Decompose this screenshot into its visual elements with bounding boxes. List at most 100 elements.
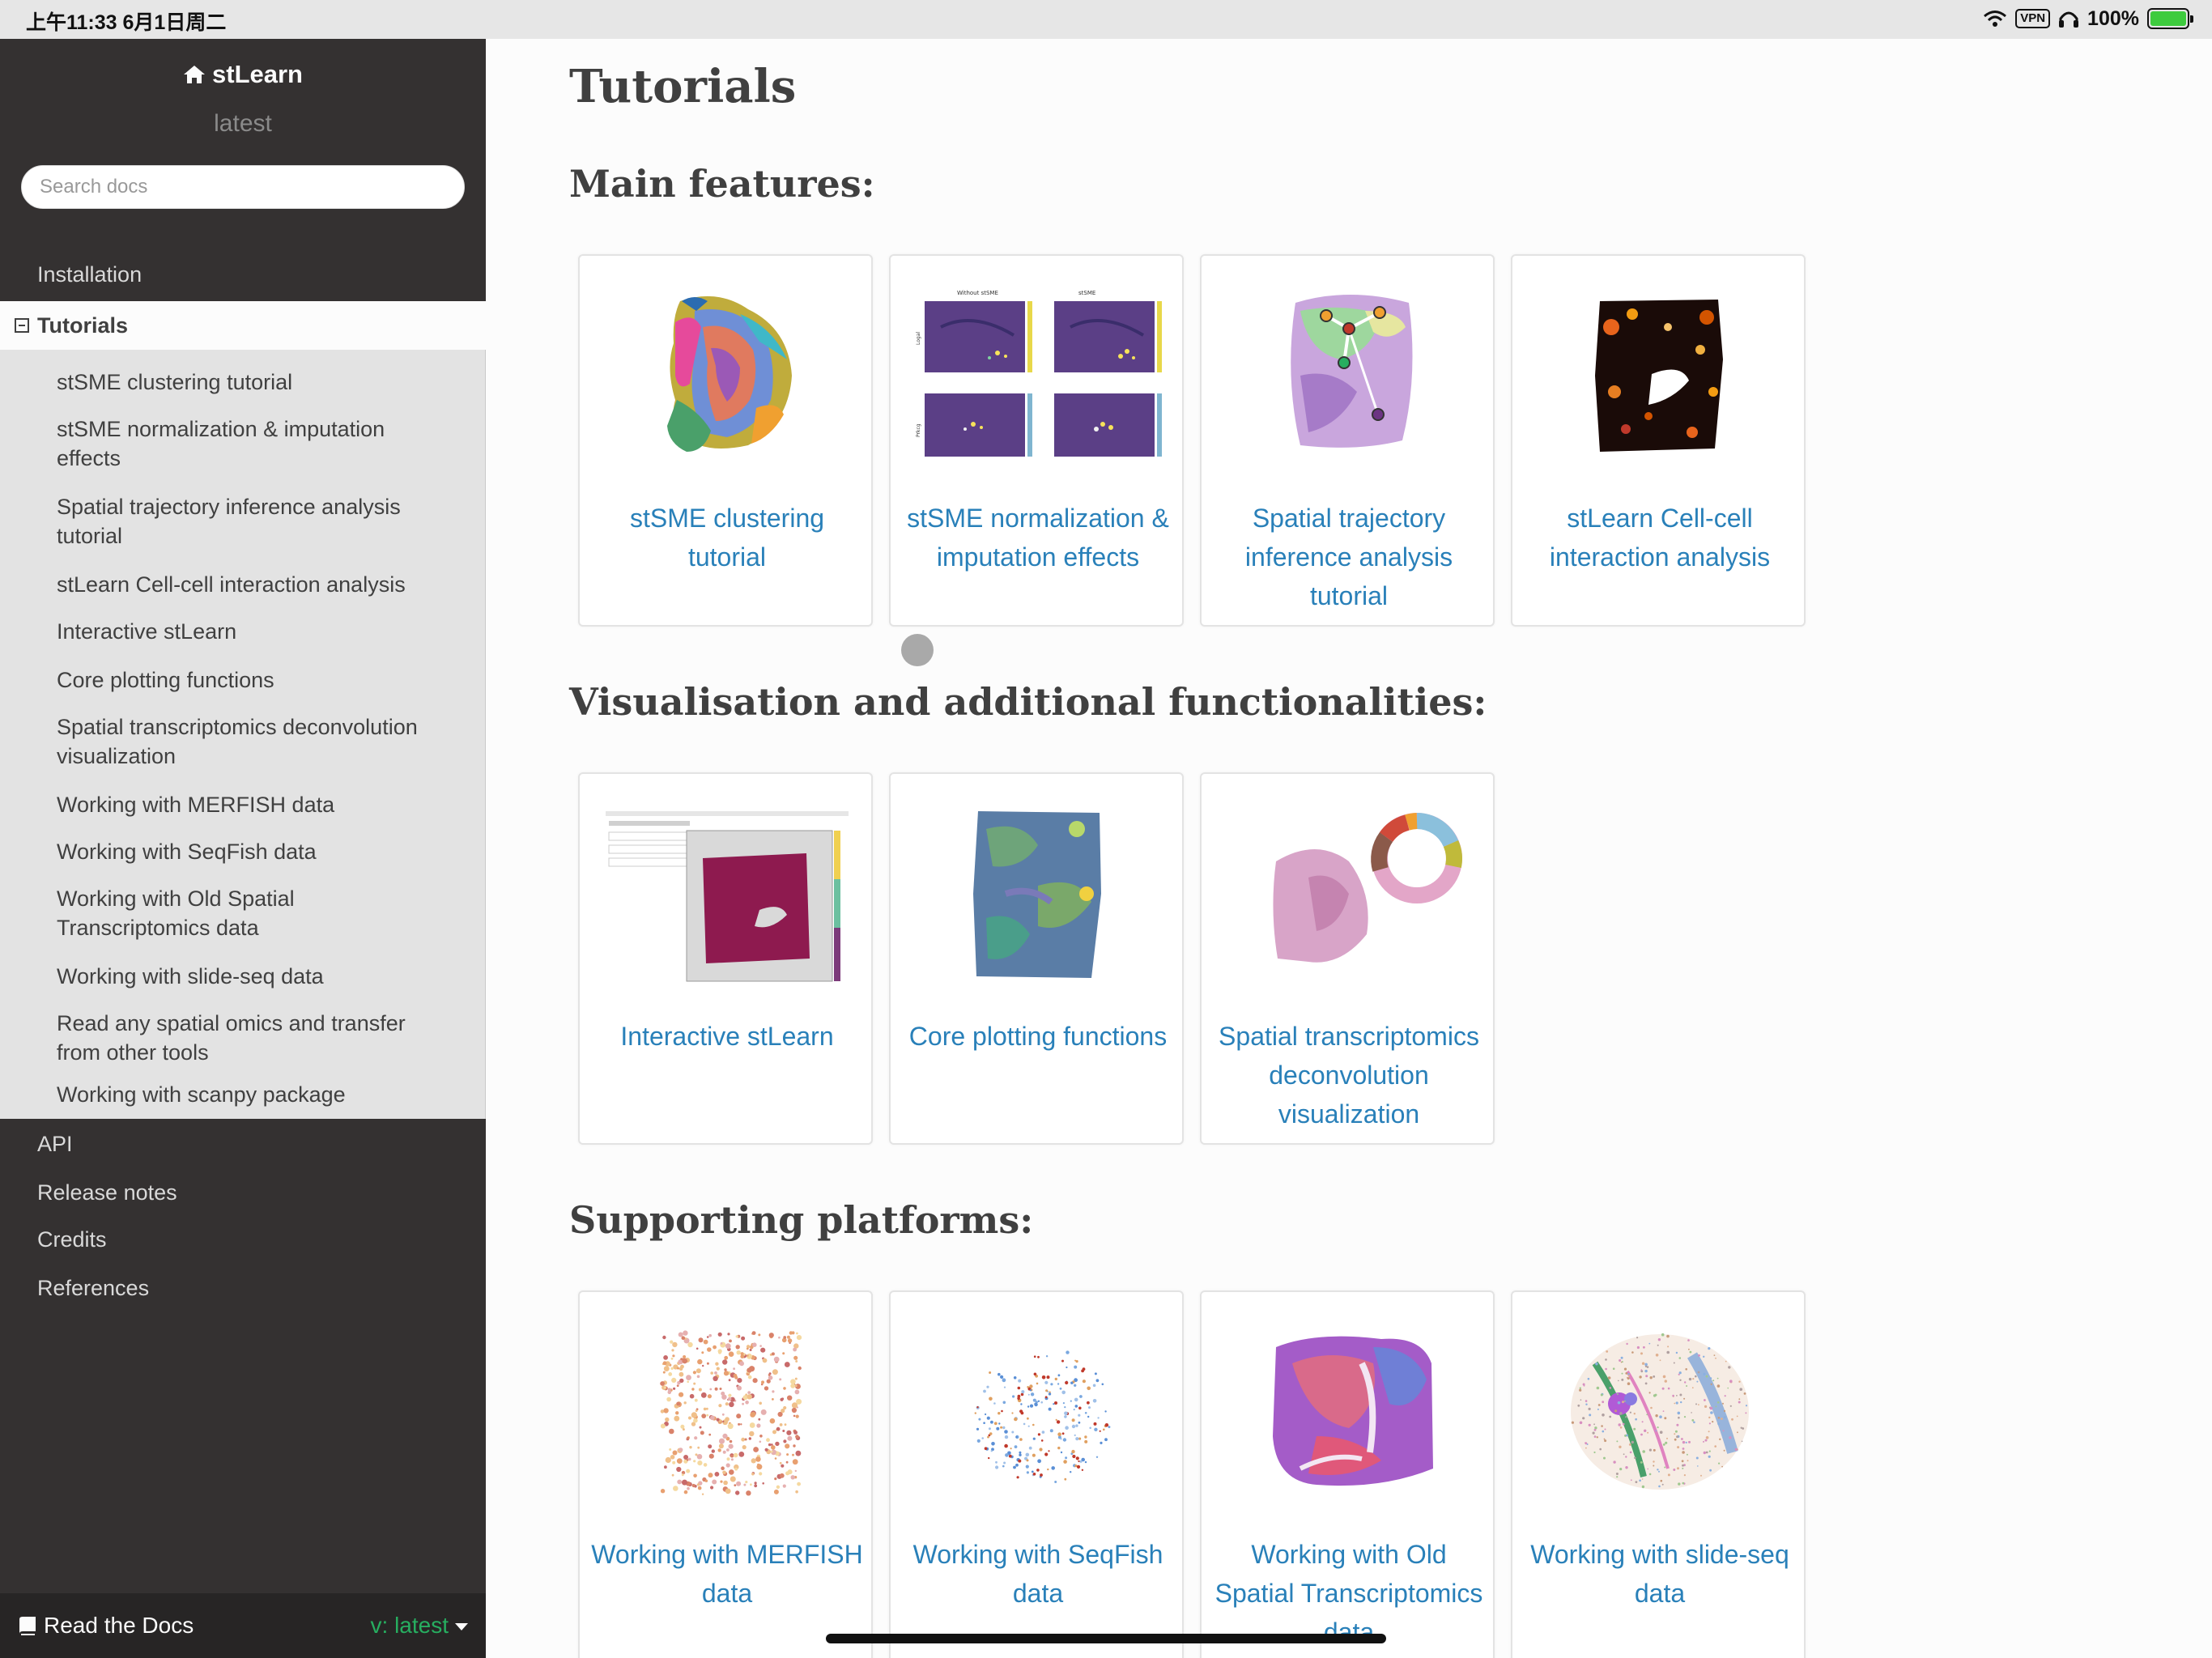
gallery-card-old-spatial[interactable]: Working with Old Spatial Transcriptomics… [1200,1290,1495,1658]
nav-api[interactable]: API [37,1132,73,1157]
home-indicator[interactable] [826,1634,1386,1643]
scatter-dot [1087,1386,1091,1391]
scatter-dot [722,1433,728,1439]
subnav-item[interactable]: Working with Old Spatial Transcriptomics… [57,884,453,942]
subnav-item[interactable]: Read any spatial omics and transfer from… [57,1009,453,1067]
scatter-dot [1019,1451,1022,1454]
card-title[interactable]: Interactive stLearn [591,1017,863,1056]
card-title[interactable]: Working with MERFISH data [591,1535,863,1613]
gallery-card-merfish[interactable]: Working with MERFISH data [578,1290,873,1658]
subnav-item[interactable]: stLearn Cell-cell interaction analysis [57,570,453,599]
scatter-dot [775,1441,780,1447]
scatter-dot [1636,1346,1640,1350]
card-title[interactable]: Core plotting functions [902,1017,1174,1056]
project-home-link[interactable]: stLearn [0,60,486,89]
scatter-dot [1703,1372,1706,1375]
scatter-dot [727,1397,732,1401]
scatter-dot [754,1482,757,1485]
scatter-dot [790,1384,796,1388]
gallery-card-stsme-clustering[interactable]: stSME clustering tutorial [578,254,873,627]
scatter-dot [1648,1473,1652,1476]
touch-indicator [901,634,934,666]
nav-release-notes[interactable]: Release notes [37,1180,177,1205]
card-title[interactable]: Spatial trajectory inference analysis tu… [1213,499,1485,615]
scatter-dot [1079,1460,1083,1463]
scatter-dot [1616,1440,1619,1443]
gallery-card-stsme-normalization[interactable]: Without stSME stSME Logal Prkcg stSME no… [889,254,1184,627]
subnav-item[interactable]: Working with SeqFish data [57,837,453,866]
card-title[interactable]: Spatial transcriptomics deconvolution vi… [1213,1017,1485,1133]
scatter-dot [795,1435,799,1439]
scatter-dot [678,1392,684,1397]
scatter-dot [760,1409,767,1415]
scatter-dot [1687,1339,1690,1341]
scatter-dot [689,1393,695,1399]
scatter-dot [710,1371,713,1375]
scatter-dot [681,1336,686,1340]
caret-down-icon [455,1623,468,1630]
scatter-dot [1687,1460,1689,1462]
scatter-dot [1641,1362,1645,1365]
gallery-card-core-plotting[interactable]: Core plotting functions [889,772,1184,1145]
scatter-dot [691,1483,696,1488]
scatter-dot [1087,1401,1090,1405]
gallery-card-slide-seq[interactable]: Working with slide-seq data [1511,1290,1806,1658]
scatter-dot [693,1418,698,1423]
card-title[interactable]: stLearn Cell-cell interaction analysis [1524,499,1796,576]
scatter-dot [672,1354,675,1358]
gallery-card-interactive[interactable]: Interactive stLearn [578,772,873,1145]
card-title[interactable]: stSME normalization & imputation effects [902,499,1174,576]
scatter-dot [1040,1401,1043,1404]
rtd-version-switcher[interactable]: Read the Docs v: latest [0,1593,486,1658]
scatter-dot [1592,1431,1595,1435]
card-title[interactable]: stSME clustering tutorial [591,499,863,576]
gallery-card-deconvolution[interactable]: Spatial transcriptomics deconvolution vi… [1200,772,1495,1145]
scatter-dot [1015,1435,1018,1439]
gallery-card-cell-cell-interaction[interactable]: stLearn Cell-cell interaction analysis [1511,254,1806,627]
subnav-item[interactable]: stSME clustering tutorial [57,368,453,397]
scatter-dot [698,1388,702,1392]
scatter-dot [1062,1438,1067,1442]
card-title[interactable]: Working with SeqFish data [902,1535,1174,1613]
nav-references[interactable]: References [37,1276,149,1301]
rtd-version[interactable]: v: latest [371,1613,468,1639]
headphones-icon [2059,11,2079,28]
scatter-dot [1729,1405,1732,1407]
scatter-dot [1095,1456,1099,1458]
subnav-item[interactable]: Working with slide-seq data [57,962,453,991]
scatter-dot [988,1456,990,1460]
nav-tutorials[interactable]: Tutorials [0,301,486,350]
scatter-dot [749,1431,755,1437]
subnav-item[interactable]: Core plotting functions [57,665,453,695]
gallery-card-spatial-trajectory[interactable]: Spatial trajectory inference analysis tu… [1200,254,1495,627]
gallery-card-seqfish[interactable]: Working with SeqFish data [889,1290,1184,1658]
subnav-item[interactable]: stSME normalization & imputation effects [57,414,453,473]
scatter-dot [1700,1474,1702,1477]
scatter-dot [1606,1350,1609,1353]
collapse-icon[interactable] [15,318,29,333]
scatter-dot [1691,1387,1694,1389]
scatter-dot [787,1395,793,1401]
card-title[interactable]: Working with slide-seq data [1524,1535,1796,1613]
scatter-dot [1602,1401,1605,1404]
subnav-item[interactable]: Working with MERFISH data [57,790,453,819]
scatter-dot [725,1343,731,1349]
search-input[interactable] [21,165,465,209]
scatter-dot [1629,1451,1632,1454]
scatter-dot [1032,1398,1036,1402]
scatter-dot [1695,1375,1697,1378]
nav-credits[interactable]: Credits [37,1227,107,1252]
scatter-dot [730,1476,736,1482]
scatter-dot [984,1447,988,1450]
nav-installation[interactable]: Installation [37,262,142,287]
scatter-dot [1020,1392,1024,1397]
subnav-item[interactable]: Interactive stLearn [57,617,453,646]
scatter-dot [1705,1375,1708,1378]
subnav-item[interactable]: Spatial trajectory inference analysis tu… [57,492,453,551]
subnav-item[interactable]: Working with scanpy package [57,1080,453,1109]
scatter-dot [1596,1386,1600,1390]
scatter-dot [1612,1367,1615,1370]
scatter-dot [691,1412,697,1418]
scatter-dot [1084,1439,1088,1443]
subnav-item[interactable]: Spatial transcriptomics deconvolution vi… [57,712,453,771]
